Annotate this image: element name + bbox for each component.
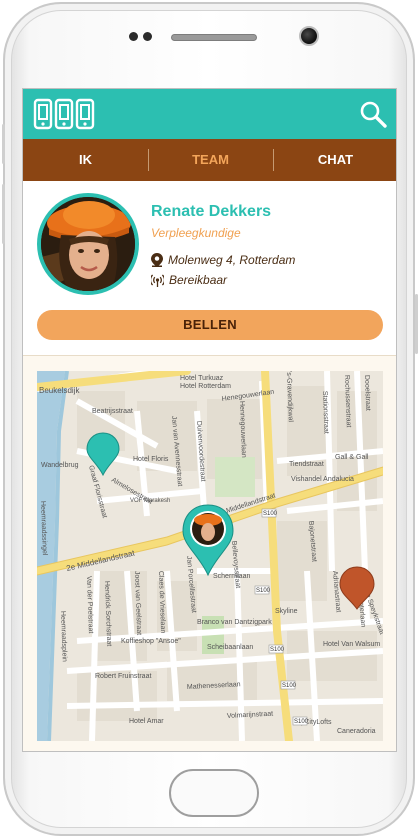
map-label: Robert Fruinstraat	[95, 673, 151, 680]
map-label: Koffieshop "Ansoe"	[121, 638, 181, 645]
map-label: Scheibaanlaan	[207, 644, 253, 651]
volume-button-2	[2, 184, 5, 244]
map-label: Hotel Van Walsum	[323, 641, 380, 648]
app-screen: IK TEAM CHAT Renate Dekkers Verpleegkund…	[22, 88, 397, 752]
map-label: Tiendstraat	[289, 461, 324, 468]
team-phones-logo[interactable]	[33, 97, 95, 131]
road-shield: S100	[294, 719, 309, 725]
search-icon[interactable]	[358, 99, 388, 129]
map-label: Hotel Floris	[133, 456, 169, 463]
road-shield: S100	[256, 588, 271, 594]
avatar[interactable]	[37, 193, 139, 295]
front-camera	[299, 26, 319, 46]
contact-role: Verpleegkundige	[151, 226, 241, 240]
map-label: Branco van Dantzigpark	[197, 619, 272, 626]
map-label: Beukelsdijk	[39, 386, 80, 395]
call-button[interactable]: BELLEN	[37, 310, 383, 340]
road-shield: S100	[282, 683, 297, 689]
contact-status: Bereikbaar	[169, 273, 228, 287]
earpiece-speaker	[171, 34, 257, 41]
map-label: Gall & Gall	[335, 454, 369, 461]
profile-card: Renate Dekkers Verpleegkundige Molenweg …	[23, 181, 396, 355]
map-label: Skyline	[275, 608, 298, 615]
contact-name: Renate Dekkers	[151, 203, 272, 220]
map-label: Stationsstraat	[321, 391, 329, 434]
tab-bar: IK TEAM CHAT	[23, 139, 396, 181]
map-label: Hotel Turkuaz	[180, 375, 224, 382]
contact-address: Molenweg 4, Rotterdam	[168, 253, 296, 267]
map-label: Schermlaan	[213, 573, 250, 580]
tab-chat[interactable]: CHAT	[273, 139, 396, 181]
map-label: Beatrijsstraat	[92, 408, 133, 415]
sensor-2	[143, 32, 152, 41]
map-label: Wandelbrug	[41, 462, 79, 469]
map-label: Hotel Amar	[129, 718, 164, 725]
avatar-photo	[41, 197, 135, 291]
home-button[interactable]	[169, 769, 259, 817]
address-row: Molenweg 4, Rotterdam	[151, 253, 295, 267]
street-map[interactable]: Beukelsdijk Beatrijsstraat Hotel Turkuaz…	[37, 371, 383, 741]
map-label: VOF Marakesh	[130, 498, 170, 504]
volume-button	[2, 124, 5, 164]
map-label: Hotel Rotterdam	[180, 383, 231, 390]
road-shield: S100	[263, 511, 278, 517]
map-pin-icon	[151, 253, 163, 267]
tab-team[interactable]: TEAM	[148, 139, 273, 181]
signal-icon	[151, 274, 164, 287]
road-shield: S100	[270, 647, 285, 653]
status-row: Bereikbaar	[151, 273, 227, 287]
map-label: Vishandel Andalucia	[291, 476, 354, 483]
map-label: Dooelstraat	[363, 375, 371, 411]
sensor	[129, 32, 138, 41]
app-header	[23, 89, 396, 139]
tab-ik[interactable]: IK	[23, 139, 148, 181]
map-label: Caneradoria	[337, 728, 376, 735]
map-section: Beukelsdijk Beatrijsstraat Hotel Turkuaz…	[23, 355, 396, 751]
